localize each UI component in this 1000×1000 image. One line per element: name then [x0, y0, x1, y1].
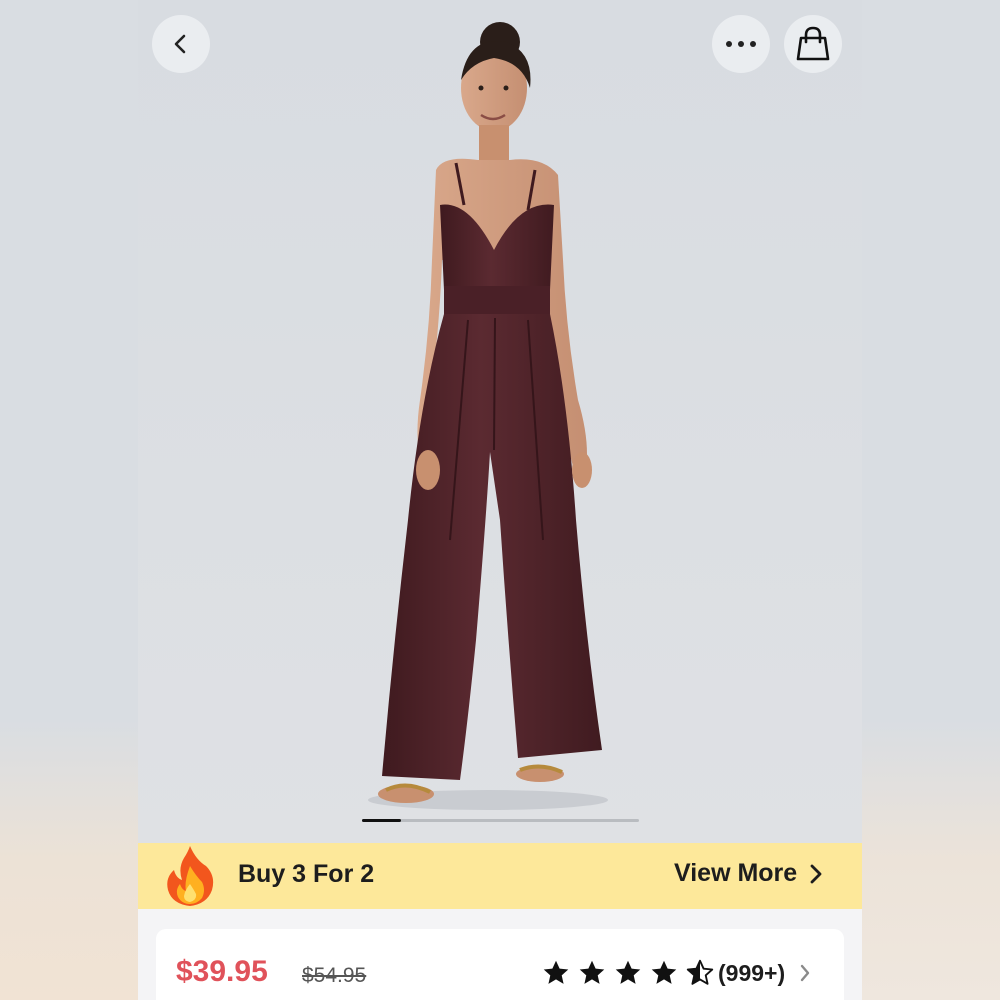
back-button[interactable] — [152, 15, 210, 73]
background-right — [862, 0, 1000, 1000]
view-more-link[interactable]: View More — [674, 859, 823, 888]
product-image-gallery[interactable] — [138, 0, 862, 843]
product-page: Buy 3 For 2 View More $39.95 $54.95 (999… — [138, 0, 862, 1000]
star-full-icon — [579, 960, 605, 984]
promo-banner[interactable]: Buy 3 For 2 View More — [138, 843, 862, 909]
shopping-bag-button[interactable] — [784, 15, 842, 73]
carousel-indicator — [362, 819, 639, 822]
chevron-right-icon — [810, 864, 822, 883]
fire-icon — [167, 846, 214, 906]
shopping-bag-icon — [796, 26, 830, 61]
product-photo — [368, 22, 608, 810]
more-options-button[interactable] — [712, 15, 770, 73]
chevron-right-icon — [800, 964, 810, 982]
original-price: $54.95 — [302, 964, 367, 987]
price-card: $39.95 $54.95 (999+) — [156, 929, 844, 1000]
star-half-icon — [686, 959, 714, 985]
promo-text: Buy 3 For 2 — [238, 860, 375, 888]
review-count: (999+) — [718, 959, 786, 986]
star-full-icon — [615, 960, 641, 984]
star-full-icon — [651, 960, 677, 984]
background-left — [0, 0, 138, 1000]
view-more-label: View More — [674, 859, 798, 887]
star-full-icon — [543, 960, 569, 984]
rating-summary[interactable]: (999+) — [542, 959, 811, 987]
chevron-left-icon — [174, 34, 186, 54]
carousel-indicator-thumb — [362, 819, 401, 822]
sale-price: $39.95 — [176, 955, 268, 988]
more-dots-icon — [726, 41, 756, 47]
